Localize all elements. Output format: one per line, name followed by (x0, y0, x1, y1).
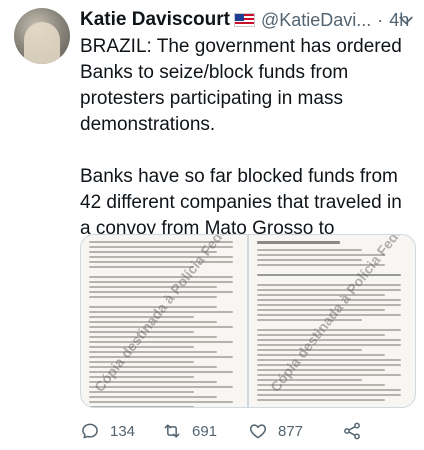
separator-dot: · (377, 9, 384, 30)
heart-icon (249, 424, 267, 439)
retweet-button[interactable]: 691 (162, 421, 248, 441)
like-button[interactable]: 877 (248, 421, 338, 441)
share-icon (344, 422, 360, 440)
reply-count: 134 (110, 422, 136, 440)
us-flag-icon (233, 13, 255, 27)
author-handle[interactable]: @KatieDavi... (261, 10, 371, 31)
tweet-paragraph: BRAZIL: The government has ordered Banks… (80, 36, 402, 135)
avatar-photo (24, 22, 60, 64)
retweet-count: 691 (192, 422, 218, 440)
document-image-right[interactable]: Cópia destinada à Polícia Federal (249, 235, 415, 407)
reply-button[interactable]: 134 (80, 421, 162, 441)
tweet-text: BRAZIL: The government has ordered Banks… (80, 34, 416, 268)
more-options-icon[interactable] (396, 10, 416, 30)
author-avatar[interactable] (14, 8, 70, 64)
tweet-header: Katie Daviscourt @KatieDavi... · 4h (80, 8, 416, 32)
tweet-actions: 134 691 877 (80, 418, 416, 444)
reply-icon (82, 423, 98, 439)
share-button[interactable] (342, 421, 372, 441)
document-image-left[interactable]: Cópia destinada à Polícia Federal (81, 235, 247, 407)
like-count: 877 (278, 422, 304, 440)
author-name[interactable]: Katie Daviscourt (80, 9, 230, 31)
tweet-media[interactable]: Cópia destinada à Polícia Federal Cópia … (80, 234, 416, 408)
retweet-icon (164, 424, 180, 438)
